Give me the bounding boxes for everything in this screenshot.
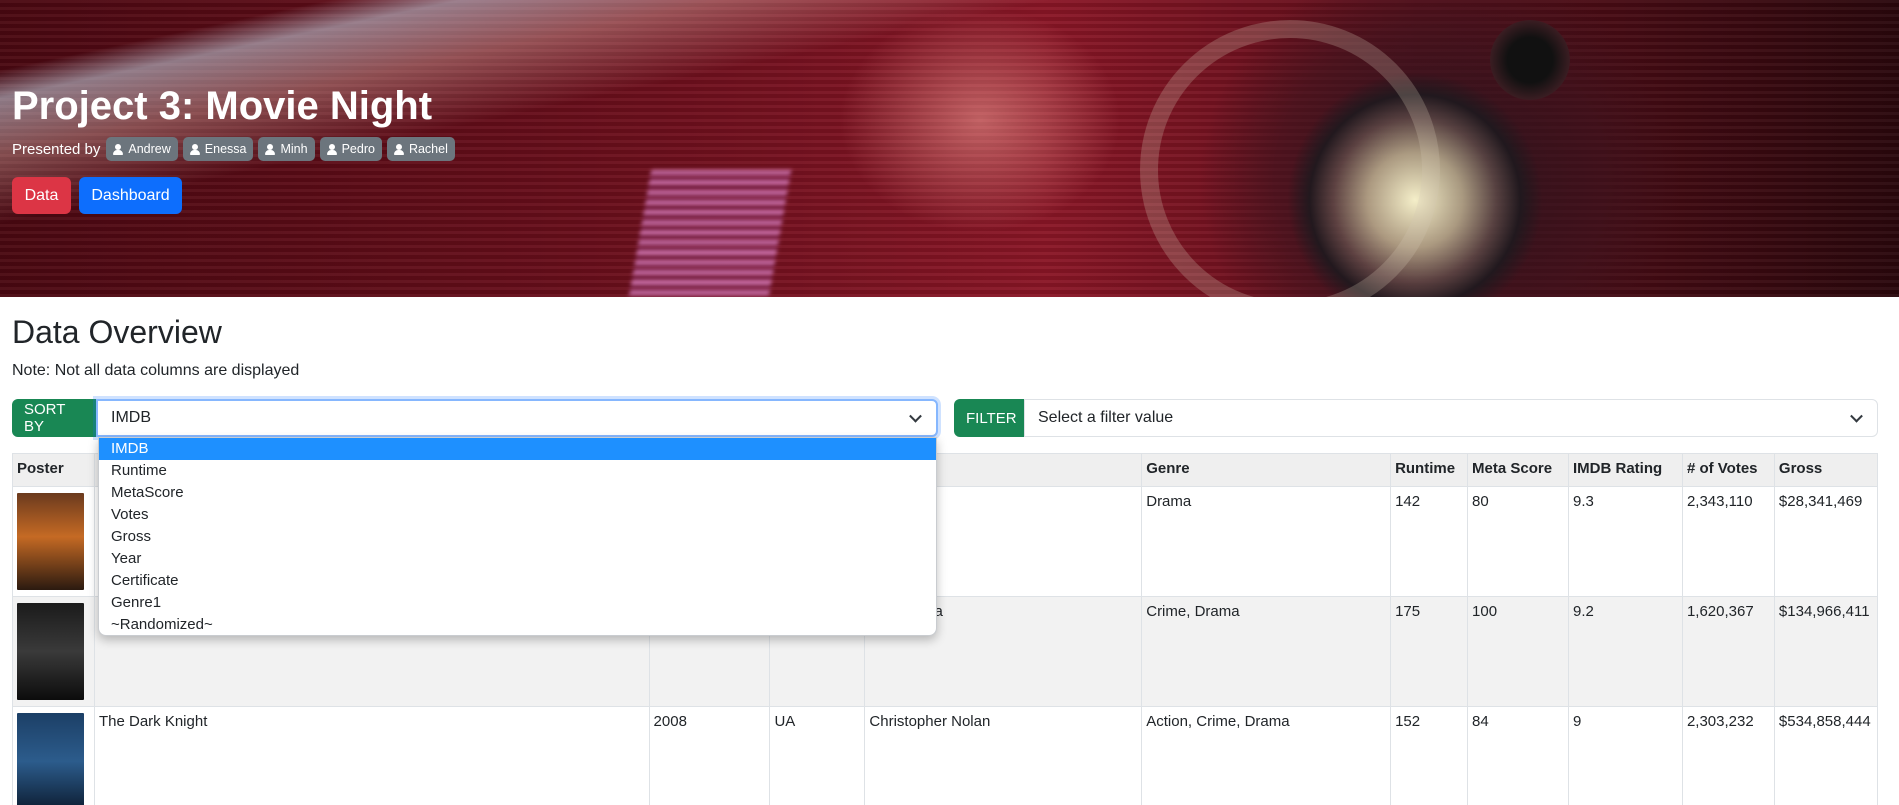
projector-small-lens-image <box>1490 20 1570 100</box>
hero-banner: Project 3: Movie Night Presented by Andr… <box>0 0 1899 297</box>
filter-select[interactable]: Select a filter value <box>1024 399 1878 437</box>
genre-cell: Crime, Drama <box>1141 596 1392 707</box>
movie-poster-image <box>17 493 84 590</box>
person-icon <box>393 143 404 155</box>
votes-cell: 2,343,110 <box>1681 486 1775 597</box>
gross-cell: $28,341,469 <box>1773 486 1879 597</box>
sort-by-group: SORT BY IMDB <box>12 399 938 437</box>
sort-option-votes[interactable]: Votes <box>99 504 936 526</box>
projector-lens-image <box>1140 20 1440 297</box>
year-cell: 2008 <box>648 706 771 805</box>
chevron-down-icon <box>1850 409 1863 423</box>
title-cell: The Dark Knight <box>93 706 650 805</box>
sort-by-label: SORT BY <box>12 399 96 437</box>
imdb-rating-cell: 9.3 <box>1568 486 1683 597</box>
column-header-genre[interactable]: Genre <box>1141 453 1392 487</box>
column-header-poster[interactable]: Poster <box>12 453 95 487</box>
presenter-name: Rachel <box>408 142 448 156</box>
presenter-name: Enessa <box>204 142 247 156</box>
column-header-meta-score[interactable]: Meta Score <box>1467 453 1569 487</box>
column-header-imdb-rating[interactable]: IMDB Rating <box>1568 453 1683 487</box>
sort-by-dropdown-list: IMDB Runtime MetaScore Votes Gross Year … <box>98 437 937 636</box>
sort-option-runtime[interactable]: Runtime <box>99 460 936 482</box>
poster-cell <box>12 596 95 707</box>
presenter-badge: Minh <box>258 137 315 161</box>
presenters-line: Presented by Andrew Enessa Minh Pedro Ra… <box>12 137 455 161</box>
votes-cell: 1,620,367 <box>1681 596 1775 707</box>
genre-cell: Action, Crime, Drama <box>1141 706 1392 805</box>
person-icon <box>326 143 337 155</box>
hero-background-light <box>628 170 792 297</box>
sort-option-imdb[interactable]: IMDB <box>99 438 936 460</box>
votes-cell: 2,303,232 <box>1681 706 1775 805</box>
sort-option-certificate[interactable]: Certificate <box>99 570 936 592</box>
person-icon <box>113 143 124 155</box>
filter-label: FILTER <box>954 399 1024 437</box>
presented-by-label: Presented by <box>12 140 101 158</box>
runtime-cell: 142 <box>1390 486 1469 597</box>
section-note: Note: Not all data columns are displayed <box>12 362 300 379</box>
presenter-badge: Andrew <box>106 137 178 161</box>
column-header-votes[interactable]: # of Votes <box>1681 453 1775 487</box>
runtime-cell: 152 <box>1390 706 1469 805</box>
certificate-cell: UA <box>769 706 866 805</box>
table-row: The Dark Knight 2008 UA Christopher Nola… <box>12 706 1879 805</box>
presenter-badge: Pedro <box>319 137 382 161</box>
meta-score-cell: 100 <box>1467 596 1569 707</box>
presenter-badge: Rachel <box>386 137 455 161</box>
dashboard-button[interactable]: Dashboard <box>79 177 182 214</box>
presenter-badge: Enessa <box>182 137 254 161</box>
runtime-cell: 175 <box>1390 596 1469 707</box>
column-header-gross[interactable]: Gross <box>1773 453 1879 487</box>
sort-option-year[interactable]: Year <box>99 548 936 570</box>
presenter-name: Pedro <box>341 142 375 156</box>
sort-by-select[interactable]: IMDB <box>96 399 938 437</box>
movie-poster-image <box>17 603 84 700</box>
sort-by-value: IMDB <box>111 409 151 426</box>
meta-score-cell: 80 <box>1467 486 1569 597</box>
imdb-rating-cell: 9 <box>1568 706 1683 805</box>
sort-option-metascore[interactable]: MetaScore <box>99 482 936 504</box>
chevron-down-icon <box>909 409 922 423</box>
poster-cell <box>12 486 95 597</box>
nav-buttons: Data Dashboard <box>12 177 182 214</box>
filter-placeholder: Select a filter value <box>1038 409 1174 426</box>
section-title: Data Overview <box>12 314 222 350</box>
genre-cell: Drama <box>1141 486 1392 597</box>
sort-option-gross[interactable]: Gross <box>99 526 936 548</box>
director-cell: Christopher Nolan <box>864 706 1143 805</box>
gross-cell: $134,966,411 <box>1773 596 1879 707</box>
presenter-name: Minh <box>280 142 308 156</box>
person-icon <box>265 143 276 155</box>
gross-cell: $534,858,444 <box>1773 706 1879 805</box>
sort-option-randomized[interactable]: ~Randomized~ <box>99 614 936 635</box>
page-title: Project 3: Movie Night <box>12 84 433 128</box>
sort-option-genre1[interactable]: Genre1 <box>99 592 936 614</box>
data-button[interactable]: Data <box>12 177 71 214</box>
movie-poster-image <box>17 713 84 805</box>
presenter-name: Andrew <box>128 142 171 156</box>
person-icon <box>189 143 200 155</box>
filter-group: FILTER Select a filter value <box>954 399 1878 437</box>
column-header-runtime[interactable]: Runtime <box>1390 453 1469 487</box>
poster-cell <box>12 706 95 805</box>
imdb-rating-cell: 9.2 <box>1568 596 1683 707</box>
meta-score-cell: 84 <box>1467 706 1569 805</box>
